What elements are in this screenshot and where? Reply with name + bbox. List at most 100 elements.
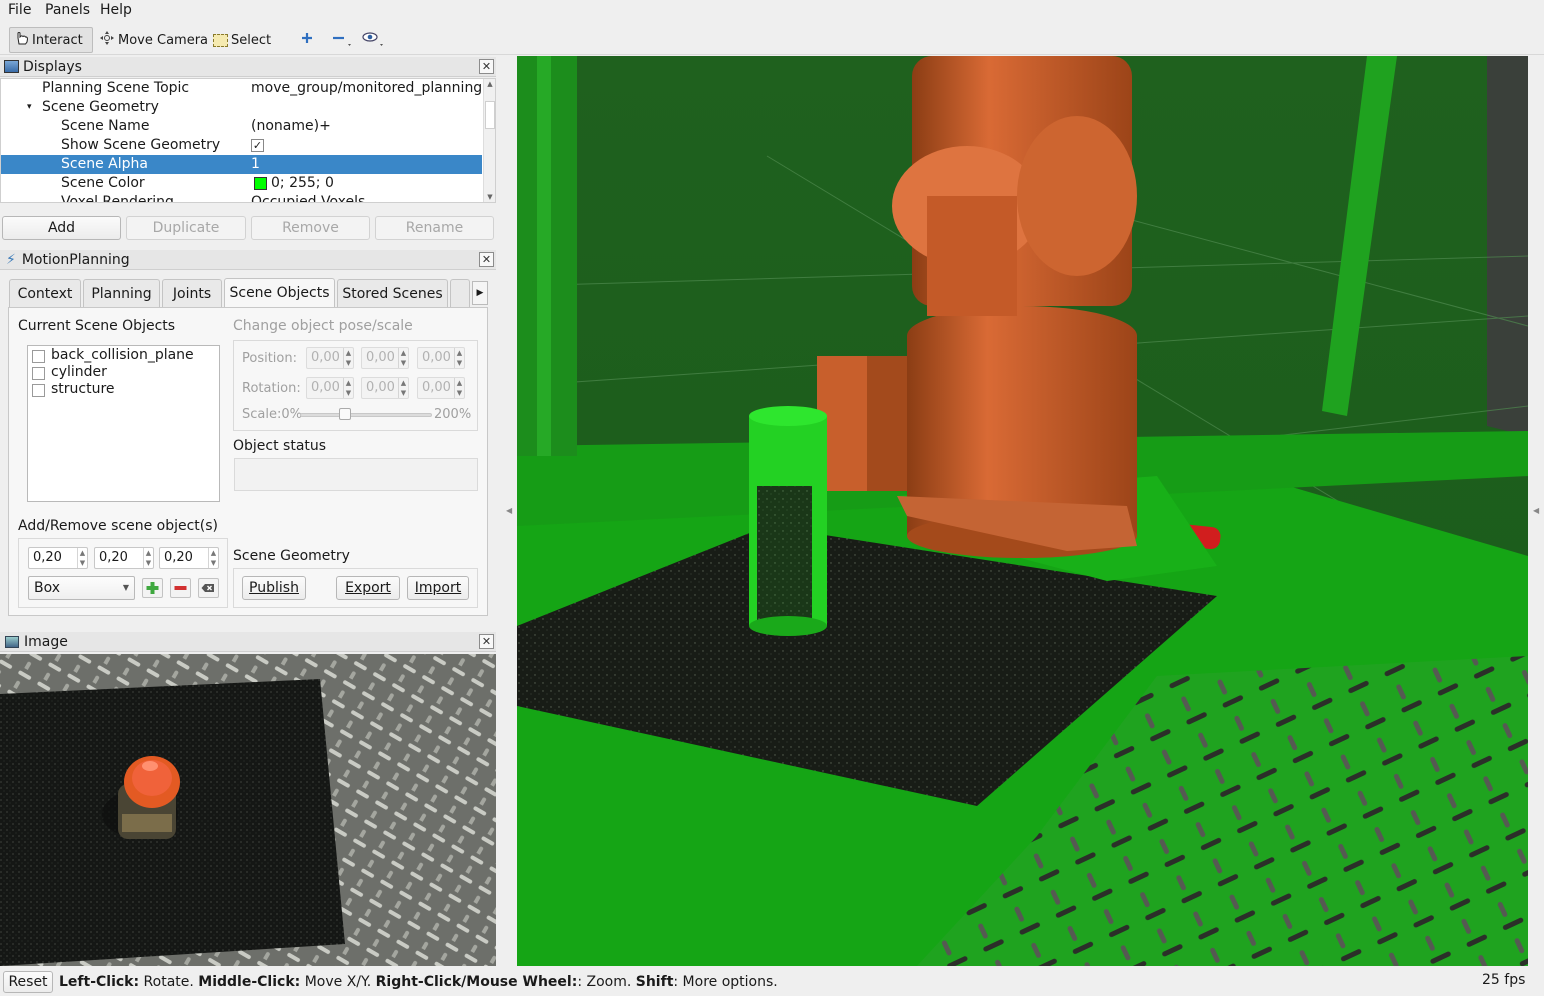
property-value: (noname)+ — [251, 118, 331, 134]
import-button[interactable]: Import — [407, 576, 469, 600]
eye-icon — [361, 29, 385, 51]
scene-geometry-group: Publish Export Import — [233, 568, 478, 608]
property-tree[interactable]: Planning Scene Topic move_group/monitore… — [0, 78, 496, 203]
spin-arrows-icon[interactable]: ▲ ▼ — [208, 548, 218, 568]
position-x-field[interactable]: 0,00 ▲ ▼ — [306, 347, 354, 369]
property-name: Scene Alpha — [61, 156, 148, 172]
menu-file[interactable]: File — [8, 2, 31, 18]
spin-arrows-icon[interactable]: ▲ ▼ — [398, 378, 408, 398]
position-y-field[interactable]: 0,00 ▲ ▼ — [361, 347, 409, 369]
color-swatch[interactable] — [254, 177, 267, 190]
motion-planning-title: MotionPlanning — [21, 251, 130, 268]
left-splitter[interactable]: ◀ — [500, 56, 514, 966]
menu-panels[interactable]: Panels — [45, 2, 90, 18]
property-row-selected[interactable]: Scene Alpha 1 — [1, 155, 482, 174]
position-z-field[interactable]: 0,00 ▲ ▼ — [417, 347, 465, 369]
spin-arrows-icon[interactable]: ▲ ▼ — [143, 548, 153, 568]
show-geometry-checkbox[interactable]: ✓ — [251, 139, 264, 152]
rotation-x-field[interactable]: 0,00 ▲ ▼ — [306, 377, 354, 399]
clear-objects-button[interactable] — [198, 578, 219, 598]
object-checkbox[interactable] — [32, 367, 45, 380]
view-tool-button[interactable] — [357, 27, 389, 53]
close-icon[interactable]: ✕ — [479, 634, 494, 649]
spin-arrows-icon[interactable]: ▲ ▼ — [77, 548, 87, 568]
object-checkbox[interactable] — [32, 350, 45, 363]
tab-overflow[interactable] — [450, 279, 470, 307]
list-item[interactable]: back_collision_plane — [28, 347, 218, 365]
property-row[interactable]: ▾ Scene Geometry — [1, 98, 482, 117]
menu-bar: File Panels Help — [0, 0, 1544, 22]
shape-select[interactable]: Box ▼ — [28, 576, 135, 600]
tab-context[interactable]: Context — [9, 279, 81, 307]
object-checkbox[interactable] — [32, 384, 45, 397]
tab-scene-objects[interactable]: Scene Objects — [224, 278, 335, 308]
tab-joints[interactable]: Joints — [162, 279, 222, 307]
collapse-right-icon[interactable]: ◀ — [1533, 506, 1539, 515]
scene-geometry-label: Scene Geometry — [233, 548, 350, 564]
hint-key: Right-Click/Mouse Wheel: — [375, 974, 578, 990]
remove-display-button[interactable]: Remove — [251, 216, 370, 240]
spin-arrows-icon[interactable]: ▲ ▼ — [343, 348, 353, 368]
size-z-field[interactable]: 0,20 ▲ ▼ — [159, 547, 219, 569]
plus-icon — [143, 582, 162, 601]
interact-tool-button[interactable]: Interact — [9, 27, 93, 53]
add-object-button[interactable] — [142, 578, 163, 598]
rotation-y-field[interactable]: 0,00 ▲ ▼ — [361, 377, 409, 399]
right-splitter[interactable]: ◀ — [1530, 56, 1544, 966]
property-scrollbar[interactable]: ▲ ▼ — [483, 79, 495, 202]
property-row[interactable]: Show Scene Geometry ✓ — [1, 136, 482, 155]
remove-object-button[interactable] — [170, 578, 191, 598]
render-view-3d[interactable] — [517, 56, 1528, 966]
hint-key: Middle-Click: — [198, 974, 301, 990]
close-icon[interactable]: ✕ — [479, 59, 494, 74]
scale-slider[interactable] — [300, 408, 432, 420]
spin-arrows-icon[interactable]: ▲ ▼ — [454, 348, 464, 368]
rotation-z-field[interactable]: 0,00 ▲ ▼ — [417, 377, 465, 399]
scene-objects-page: Current Scene Objects back_collision_pla… — [8, 307, 488, 616]
move-camera-tool-button[interactable]: Move Camera — [95, 27, 212, 53]
position-y-value: 0,00 — [366, 350, 395, 365]
select-label: Select — [231, 32, 272, 48]
spin-arrows-icon[interactable]: ▲ ▼ — [343, 378, 353, 398]
property-name: Show Scene Geometry — [61, 137, 221, 153]
spin-arrows-icon[interactable]: ▲ ▼ — [398, 348, 408, 368]
size-x-value: 0,20 — [33, 550, 62, 565]
list-item[interactable]: structure — [28, 381, 218, 399]
property-value: Occupied Voxels — [251, 194, 366, 203]
property-row[interactable]: Scene Name (noname)+ — [1, 117, 482, 136]
size-x-field[interactable]: 0,20 ▲ ▼ — [28, 547, 88, 569]
status-hint: Left-Click: Rotate. Middle-Click: Move X… — [59, 974, 778, 990]
add-display-button[interactable]: Add — [2, 216, 121, 240]
close-icon[interactable]: ✕ — [479, 252, 494, 267]
scene-objects-list[interactable]: back_collision_plane cylinder structure — [27, 345, 220, 502]
add-remove-group: 0,20 ▲ ▼ 0,20 ▲ ▼ 0,20 ▲ ▼ Box ▼ — [18, 538, 228, 608]
property-row[interactable]: Planning Scene Topic move_group/monitore… — [1, 79, 495, 98]
rotation-y-value: 0,00 — [366, 380, 395, 395]
reset-button[interactable]: Reset — [3, 971, 53, 993]
rename-display-button[interactable]: Rename — [375, 216, 494, 240]
position-z-value: 0,00 — [422, 350, 451, 365]
property-row[interactable]: Voxel Rendering Occupied Voxels — [1, 193, 482, 203]
select-tool-button[interactable]: Select — [209, 27, 275, 53]
expand-arrow-icon[interactable]: ▾ — [27, 98, 32, 117]
property-row[interactable]: Scene Color 0; 255; 0 — [1, 174, 482, 193]
collapse-left-icon[interactable]: ◀ — [506, 506, 512, 515]
list-item[interactable]: cylinder — [28, 364, 218, 382]
remove-tool-button[interactable] — [326, 27, 356, 53]
export-button[interactable]: Export — [336, 576, 400, 600]
add-tool-button[interactable] — [295, 27, 319, 53]
shape-value: Box — [34, 580, 61, 596]
duplicate-display-button[interactable]: Duplicate — [126, 216, 246, 240]
tab-planning[interactable]: Planning — [83, 279, 160, 307]
tab-scroll-right-icon[interactable]: ▶ — [472, 281, 488, 305]
spin-arrows-icon[interactable]: ▲ ▼ — [454, 378, 464, 398]
property-value: move_group/monitored_planning... — [251, 80, 496, 96]
publish-button[interactable]: Publish — [242, 576, 306, 600]
size-y-field[interactable]: 0,20 ▲ ▼ — [94, 547, 154, 569]
current-scene-objects-label: Current Scene Objects — [18, 318, 176, 334]
scale-slider-handle[interactable] — [338, 408, 351, 420]
tab-stored-scenes[interactable]: Stored Scenes — [337, 279, 448, 307]
change-pose-label: Change object pose/scale — [233, 318, 413, 334]
menu-help[interactable]: Help — [100, 2, 132, 18]
image-title: Image — [24, 633, 68, 650]
